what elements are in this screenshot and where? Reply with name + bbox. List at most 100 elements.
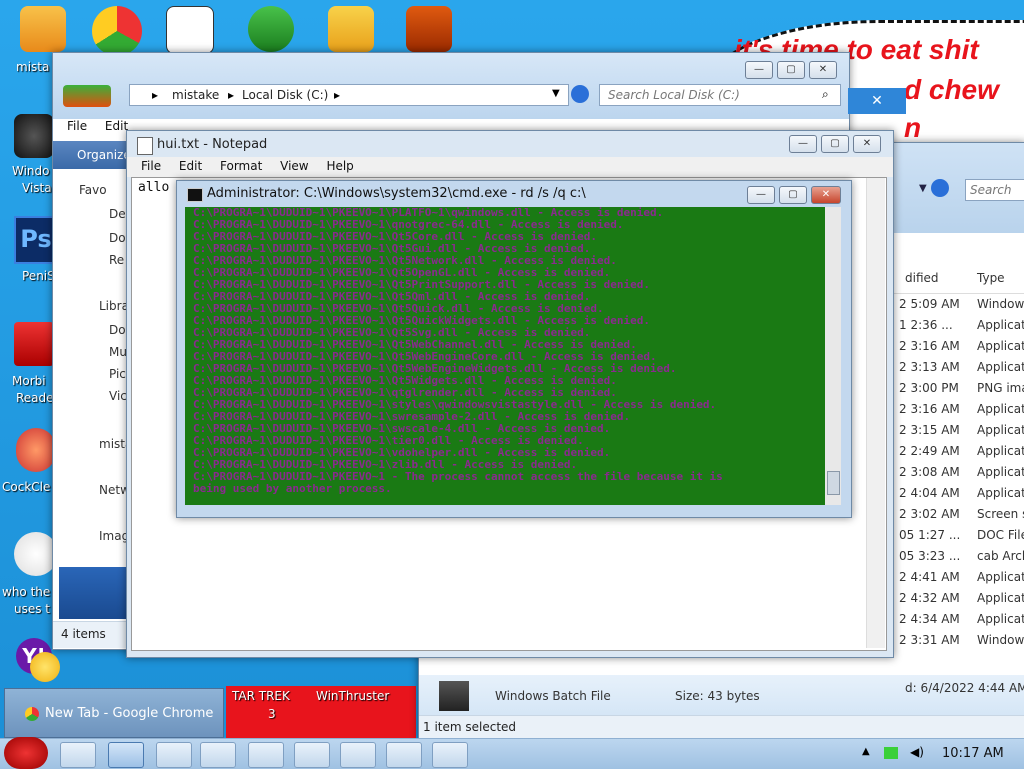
column-modified[interactable]: dified	[905, 271, 939, 285]
nav-lib-documents[interactable]: Do	[109, 323, 126, 337]
recycle-bin-icon[interactable]	[14, 114, 54, 158]
desktop-label-star-trek[interactable]: TAR TREK	[232, 689, 290, 703]
row-type[interactable]: Window	[977, 633, 1024, 647]
notepad-menu-view[interactable]: View	[280, 159, 308, 173]
shield-check-icon[interactable]	[248, 6, 294, 52]
nav-lib-videos[interactable]: Vic	[109, 389, 127, 403]
row-modified[interactable]: 2 4:34 AM	[899, 612, 960, 626]
row-type[interactable]: Applicat	[977, 612, 1024, 626]
menu-edit[interactable]: Edit	[105, 119, 128, 133]
address-part-2[interactable]: Local Disk (C:)	[242, 88, 328, 102]
organize-button[interactable]: Organize	[77, 148, 131, 162]
solitaire-icon[interactable]	[166, 6, 214, 54]
desktop-label-winthruster[interactable]: WinThruster	[316, 689, 389, 703]
row-type[interactable]: Applicat	[977, 570, 1024, 584]
cmd-scroll-thumb[interactable]	[827, 471, 840, 495]
refresh-icon[interactable]	[571, 85, 589, 103]
taskbar-cmd-button[interactable]	[432, 742, 468, 768]
row-modified[interactable]: 2 5:09 AM	[899, 297, 960, 311]
row-modified[interactable]: 2 4:04 AM	[899, 486, 960, 500]
taskbar-app-button[interactable]	[340, 742, 376, 768]
row-modified[interactable]: 05 3:23 ...	[899, 549, 960, 563]
desktop-label-mistake[interactable]: mista	[16, 60, 49, 74]
taskbar-app-button[interactable]	[294, 742, 330, 768]
notepad-maximize-button[interactable]: ▢	[821, 135, 849, 153]
pdf-reader-icon[interactable]	[14, 322, 54, 366]
desktop-label-morbi[interactable]: Morbi	[12, 374, 46, 388]
nav-image[interactable]: Imag	[99, 529, 129, 543]
column-type[interactable]: Type	[977, 271, 1005, 285]
notepad-minimize-button[interactable]: —	[789, 135, 817, 153]
notepad-scrollbar[interactable]	[866, 178, 885, 648]
folder-shortcut-icon[interactable]	[20, 6, 66, 52]
back-forward-buttons[interactable]	[63, 85, 111, 107]
row-type[interactable]: Window	[977, 297, 1024, 311]
row-type[interactable]: DOC File	[977, 528, 1024, 542]
address-part-1[interactable]: mistake	[172, 88, 219, 102]
row-type[interactable]: Applicat	[977, 486, 1024, 500]
row-modified[interactable]: 2 4:32 AM	[899, 591, 960, 605]
nav-favorites[interactable]: Favo	[79, 183, 107, 197]
row-modified[interactable]: 2 2:49 AM	[899, 444, 960, 458]
taskbar-chrome-button[interactable]	[108, 742, 144, 768]
cmd-maximize-button[interactable]: ▢	[779, 186, 807, 204]
row-modified[interactable]: 2 3:15 AM	[899, 423, 960, 437]
desktop-label-windows[interactable]: Windo	[12, 164, 50, 178]
row-modified[interactable]: 05 1:27 ...	[899, 528, 960, 542]
tray-network-icon[interactable]	[884, 747, 898, 759]
desktop-label-vista[interactable]: Vista	[22, 181, 52, 195]
notepad-menu-edit[interactable]: Edit	[179, 159, 202, 173]
taskbar-notepad-button[interactable]	[386, 742, 422, 768]
cmd-console[interactable]: C:\PROGRA~1\DUDUID~1\PKEEVO~1\PLATFO~1\q…	[185, 207, 825, 505]
notepad-menu-file[interactable]: File	[141, 159, 161, 173]
close-button[interactable]: ✕	[809, 61, 837, 79]
desktop-label-cockcleaner[interactable]: CockCle	[2, 480, 50, 494]
row-type[interactable]: Screen s	[977, 507, 1024, 521]
cockcleaner-icon[interactable]	[16, 428, 56, 472]
clock[interactable]: 10:17 AM	[942, 746, 1004, 761]
row-modified[interactable]: 2 3:00 PM	[899, 381, 959, 395]
overlay-close-icon[interactable]: ✕	[848, 88, 906, 114]
taskbar-explorer-button[interactable]	[60, 742, 96, 768]
row-modified[interactable]: 2 3:02 AM	[899, 507, 960, 521]
desktop-label-penis[interactable]: PeniS	[22, 269, 55, 283]
nav-fav-desktop[interactable]: De	[109, 207, 126, 221]
cmd-close-button[interactable]: ✕	[811, 186, 841, 204]
smiley-icon[interactable]	[30, 652, 60, 682]
row-modified[interactable]: 2 3:16 AM	[899, 402, 960, 416]
bad-piggies-icon[interactable]	[328, 6, 374, 52]
row-type[interactable]: Applicat	[977, 423, 1024, 437]
notepad-menu-format[interactable]: Format	[220, 159, 262, 173]
search-input-2[interactable]: Search	[965, 179, 1024, 201]
nav-lib-music[interactable]: Mu	[109, 345, 127, 359]
desktop-label-reader[interactable]: Reade	[16, 391, 54, 405]
row-modified[interactable]: 2 3:31 AM	[899, 633, 960, 647]
tray-up-arrow-icon[interactable]: ▲	[862, 746, 870, 757]
rubiks-cube-icon[interactable]	[406, 6, 452, 52]
row-type[interactable]: Applicat	[977, 339, 1024, 353]
chevron-down-icon[interactable]: ▼	[919, 183, 931, 197]
row-modified[interactable]: 2 3:16 AM	[899, 339, 960, 353]
desktop-label-who-the[interactable]: who the	[2, 585, 50, 599]
row-type[interactable]: Applicat	[977, 318, 1024, 332]
notepad-menu-help[interactable]: Help	[326, 159, 353, 173]
chevron-down-icon[interactable]: ▼	[552, 88, 560, 99]
taskbar-app-button[interactable]	[248, 742, 284, 768]
taskbar-app-button[interactable]	[200, 742, 236, 768]
refresh-icon[interactable]	[931, 179, 949, 197]
row-type[interactable]: Applicat	[977, 465, 1024, 479]
row-type[interactable]: cab Arch	[977, 549, 1024, 563]
minimize-button[interactable]: —	[745, 61, 773, 79]
row-modified[interactable]: 2 4:41 AM	[899, 570, 960, 584]
address-bar[interactable]: ▸ mistake ▸ Local Disk (C:) ▸ ▼	[129, 84, 569, 106]
desktop-label-star-trek-num[interactable]: 3	[268, 707, 276, 721]
start-button[interactable]	[4, 737, 48, 769]
cmd-scrollbar[interactable]	[825, 207, 841, 505]
taskbar-thumbnail[interactable]: New Tab - Google Chrome	[4, 688, 224, 738]
row-type[interactable]: Applicat	[977, 402, 1024, 416]
search-input[interactable]: Search Local Disk (C:) ⌕	[599, 84, 841, 106]
row-modified[interactable]: 2 3:08 AM	[899, 465, 960, 479]
cmd-minimize-button[interactable]: —	[747, 186, 775, 204]
desktop-label-uses[interactable]: uses t	[14, 602, 50, 616]
row-type[interactable]: PNG ima	[977, 381, 1024, 395]
